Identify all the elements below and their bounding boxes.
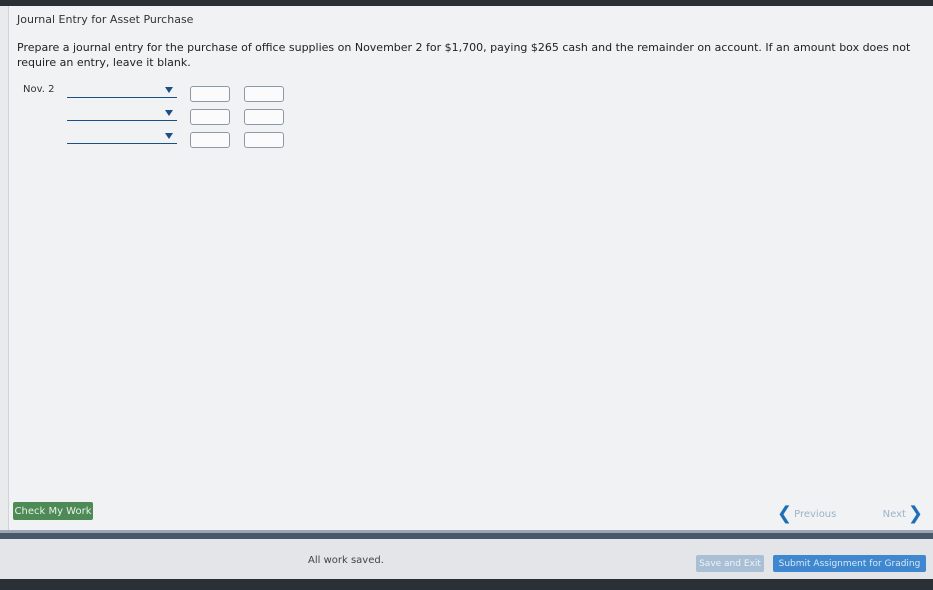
chevron-right-icon: ❯ [907, 503, 923, 524]
account-select-underline [67, 97, 177, 98]
previous-label: Previous [794, 508, 837, 520]
page-title: Journal Entry for Asset Purchase [17, 13, 194, 26]
next-button[interactable]: Next ❯ [871, 505, 923, 523]
question-panel: Journal Entry for Asset Purchase Prepare… [8, 6, 933, 530]
caret-down-icon[interactable] [165, 133, 173, 139]
credit-input-2[interactable] [244, 109, 284, 125]
debit-input-2[interactable] [190, 109, 230, 125]
check-my-work-button[interactable]: Check My Work [13, 502, 93, 520]
account-select-1[interactable] [67, 84, 177, 100]
credit-input-1[interactable] [244, 86, 284, 102]
save-and-exit-button[interactable]: Save and Exit [696, 555, 764, 572]
account-select-underline [67, 143, 177, 144]
chevron-left-icon: ❮ [777, 503, 793, 524]
footer-bar: All work saved. Save and Exit Submit Ass… [0, 539, 933, 579]
save-status: All work saved. [308, 555, 384, 566]
bottom-bar [0, 579, 933, 590]
account-select-underline [67, 120, 177, 121]
debit-input-3[interactable] [190, 132, 230, 148]
journal-date-label: Nov. 2 [23, 84, 55, 95]
caret-down-icon[interactable] [165, 110, 173, 116]
instructions-text: Prepare a journal entry for the purchase… [17, 41, 911, 69]
account-select-3[interactable] [67, 130, 177, 146]
submit-assignment-button[interactable]: Submit Assignment for Grading [773, 555, 926, 572]
account-select-2[interactable] [67, 107, 177, 123]
next-label: Next [882, 508, 906, 520]
credit-input-3[interactable] [244, 132, 284, 148]
caret-down-icon[interactable] [165, 87, 173, 93]
debit-input-1[interactable] [190, 86, 230, 102]
previous-button[interactable]: ❮ Previous [777, 505, 847, 523]
